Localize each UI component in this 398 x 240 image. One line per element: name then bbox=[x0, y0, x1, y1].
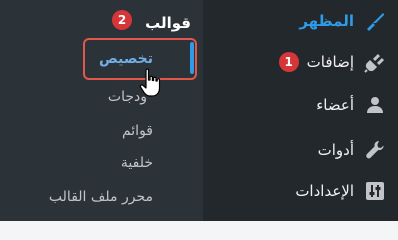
submenu-item-menus[interactable]: قوائم bbox=[0, 118, 203, 144]
admin-sidebar: المظهر إضافات 1 أعضاء أدوات الإعدادات bbox=[203, 0, 398, 221]
sidebar-item-appearance[interactable]: المظهر bbox=[203, 3, 398, 39]
appearance-submenu: قوالب 2 تخصيص ودجات قوائم خلفية محرر ملف… bbox=[0, 0, 203, 221]
appearance-brush-icon bbox=[364, 10, 386, 32]
step-badge-2: 2 bbox=[112, 10, 132, 30]
tools-wrench-icon bbox=[364, 139, 386, 161]
submenu-item-themes[interactable]: قوالب bbox=[0, 10, 203, 36]
sidebar-item-label: أعضاء bbox=[316, 96, 354, 114]
submenu-item-label: قوائم bbox=[121, 123, 153, 139]
submenu-item-background[interactable]: خلفية bbox=[0, 150, 203, 176]
submenu-item-label: محرر ملف القالب bbox=[48, 189, 153, 205]
plugins-plug-icon bbox=[364, 51, 386, 73]
sidebar-item-settings[interactable]: الإعدادات bbox=[203, 173, 398, 209]
sidebar-item-users[interactable]: أعضاء bbox=[203, 87, 398, 123]
hand-cursor-icon bbox=[139, 68, 161, 97]
sidebar-item-plugins[interactable]: إضافات 1 bbox=[203, 44, 398, 80]
sidebar-item-label: المظهر bbox=[299, 12, 354, 30]
sidebar-item-label: الإعدادات bbox=[295, 182, 354, 200]
wordpress-admin-appearance-menu: قوالب 2 تخصيص ودجات قوائم خلفية محرر ملف… bbox=[0, 0, 398, 221]
submenu-title-label: قوالب bbox=[145, 14, 191, 32]
users-person-icon bbox=[364, 94, 386, 116]
submenu-item-customize[interactable]: تخصيص bbox=[0, 46, 203, 72]
sidebar-item-tools[interactable]: أدوات bbox=[203, 132, 398, 168]
sidebar-item-label: إضافات bbox=[306, 53, 354, 71]
submenu-item-widgets[interactable]: ودجات bbox=[0, 84, 203, 110]
settings-sliders-icon bbox=[364, 180, 386, 202]
submenu-item-label: خلفية bbox=[120, 155, 153, 171]
sidebar-item-label: أدوات bbox=[317, 141, 354, 159]
step-badge-1: 1 bbox=[278, 52, 299, 72]
submenu-item-theme-editor[interactable]: محرر ملف القالب bbox=[0, 184, 203, 210]
submenu-item-label: تخصيص bbox=[99, 51, 153, 67]
